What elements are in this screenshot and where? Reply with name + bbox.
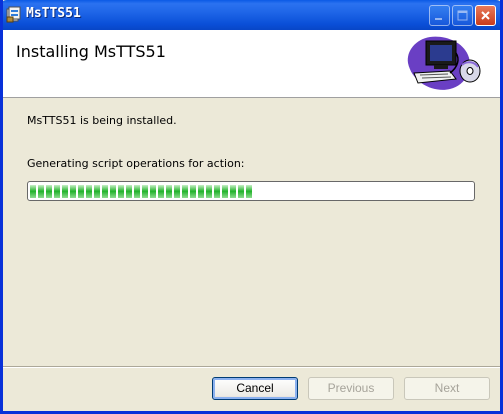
progress-fill [30,184,256,198]
cancel-button[interactable]: Cancel [212,377,298,400]
close-icon [481,11,490,20]
progress-segment [190,185,196,198]
progress-segment [182,185,188,198]
current-action-label: Generating script operations for action: [27,157,245,170]
progress-segments [30,185,252,198]
progress-segment [54,185,60,198]
next-button[interactable]: Next [404,377,490,400]
progress-segment [238,185,244,198]
progress-segment [110,185,116,198]
button-divider [3,366,500,368]
progress-segment [94,185,100,198]
computer-installing-disc-icon [404,33,484,99]
content-area: MsTTS51 is being installed. Generating s… [3,98,500,370]
minimize-icon [435,18,442,20]
progress-segment [62,185,68,198]
progress-segment [166,185,172,198]
title-bar[interactable]: MsTTS51 [3,0,500,30]
progress-segment [142,185,148,198]
progress-segment [78,185,84,198]
installer-window: MsTTS51 Installing MsTTS51 MsTTS51 is be… [0,0,503,414]
progress-segment [102,185,108,198]
close-button[interactable] [475,5,496,26]
window-title: MsTTS51 [26,6,81,21]
minimize-button[interactable] [429,5,450,26]
installer-package-icon [6,6,22,23]
progress-segment [198,185,204,198]
maximize-button[interactable] [452,5,473,26]
progress-segment [230,185,236,198]
progress-segment [206,185,212,198]
progress-segment [246,185,252,198]
progress-segment [70,185,76,198]
progress-segment [86,185,92,198]
maximize-icon [457,10,468,21]
progress-segment [126,185,132,198]
progress-segment [30,185,36,198]
progress-segment [174,185,180,198]
progress-segment [118,185,124,198]
progress-segment [214,185,220,198]
previous-button[interactable]: Previous [308,377,394,400]
install-status-text: MsTTS51 is being installed. [27,114,177,127]
progress-segment [158,185,164,198]
progress-segment [46,185,52,198]
progress-segment [150,185,156,198]
header-banner: Installing MsTTS51 [3,30,500,98]
progress-segment [222,185,228,198]
page-title: Installing MsTTS51 [16,42,166,61]
progress-segment [38,185,44,198]
progress-segment [134,185,140,198]
install-progress-bar [27,181,475,201]
